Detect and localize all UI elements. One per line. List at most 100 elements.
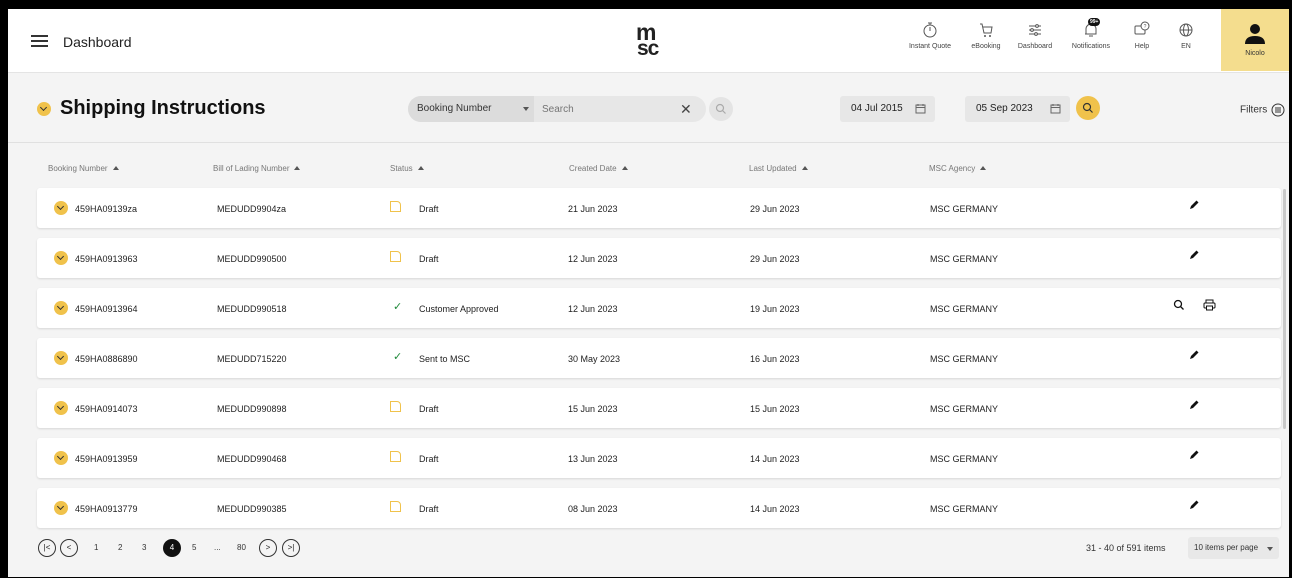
prev-page-button[interactable]: < [60,539,78,557]
date-from-value: 04 Jul 2015 [851,103,903,114]
table-row[interactable]: 459HA0914073 MEDUDD990898 Draft 15 Jun 2023… [37,388,1281,428]
msc-logo[interactable]: m sc [628,21,684,65]
page-1[interactable]: 1 [94,543,98,552]
date-to-field[interactable]: 05 Sep 2023 [965,96,1070,122]
bol-number: MEDUDD990468 [217,454,287,464]
nav-ebooking[interactable]: eBooking [965,21,1007,67]
status-text: Draft [419,404,439,414]
date-from-field[interactable]: 04 Jul 2015 [840,96,935,122]
chevron-down-icon[interactable] [54,301,68,315]
chevron-down-icon[interactable] [37,102,51,116]
sort-up-icon [112,166,119,170]
table-row[interactable]: 459HA0886890 MEDUDD715220 ✓ Sent to MSC 30 M… [37,338,1281,378]
caret-down-icon [523,107,529,111]
nav-dashboard[interactable]: Dashboard [1013,21,1057,67]
chevron-down-icon[interactable] [54,251,68,265]
sort-up-icon [980,166,987,170]
bol-number: MEDUDD990898 [217,404,287,414]
booking-number[interactable]: 459HA0913779 [75,504,138,514]
bol-number: MEDUDD715220 [217,354,287,364]
draft-status-icon [390,201,401,212]
updated-date: 29 Jun 2023 [750,254,800,264]
menu-icon[interactable] [31,35,48,47]
column-header-bol[interactable]: Bill of Lading Number [213,164,301,173]
bol-number: MEDUDD990518 [217,304,287,314]
msc-agency: MSC GERMANY [930,354,999,364]
booking-number[interactable]: 459HA0913959 [75,454,138,464]
page-current[interactable]: 4 [163,539,181,557]
nav-instant-quote[interactable]: Instant Quote [905,21,955,67]
view-button[interactable] [1173,299,1185,313]
created-date: 21 Jun 2023 [568,204,618,214]
per-page-select[interactable]: 10 items per page [1188,537,1279,559]
sort-up-icon [294,166,301,170]
edit-button[interactable] [1188,499,1200,513]
nav-label: Instant Quote [908,43,952,50]
page-ellipsis: ... [214,543,221,552]
edit-button[interactable] [1188,349,1200,363]
page-2[interactable]: 2 [118,543,122,552]
edit-button[interactable] [1188,399,1200,413]
calendar-icon [1050,104,1061,114]
booking-number[interactable]: 459HA0914073 [75,404,138,414]
booking-number[interactable]: 459HA09139za [75,204,137,214]
first-page-button[interactable]: |< [38,539,56,557]
table-row[interactable]: 459HA0913963 MEDUDD990500 Draft 12 Jun 2023… [37,238,1281,278]
status-text: Sent to MSC [419,354,471,364]
date-search-button[interactable] [1076,96,1100,120]
user-name: Nicolo [1245,50,1265,57]
booking-number[interactable]: 459HA0886890 [75,354,138,364]
table-row[interactable]: 459HA0913964 MEDUDD990518 ✓ Customer Approv… [37,288,1281,328]
user-icon [1245,24,1265,44]
draft-status-icon [390,251,401,262]
column-header-created[interactable]: Created Date [569,164,628,173]
edit-button[interactable] [1188,249,1200,263]
stopwatch-icon [923,22,937,38]
check-icon: ✓ [393,351,403,363]
booking-number[interactable]: 459HA0913963 [75,254,138,264]
created-date: 08 Jun 2023 [568,504,618,514]
column-header-agency[interactable]: MSC Agency [929,164,987,173]
search-type-select[interactable]: Booking Number [408,96,534,122]
table-row[interactable]: 459HA09139za MEDUDD9904za Draft 21 Jun 2023… [37,188,1281,228]
status-text: Customer Approved [419,304,499,314]
last-page-button[interactable]: >| [282,539,300,557]
filters-button[interactable]: Filters [1240,103,1285,117]
page-3[interactable]: 3 [142,543,146,552]
edit-icon [1190,200,1199,209]
chevron-down-icon[interactable] [54,451,68,465]
chevron-down-icon[interactable] [54,401,68,415]
print-icon [1203,299,1216,311]
updated-date: 14 Jun 2023 [750,504,800,514]
chevron-down-icon[interactable] [54,201,68,215]
updated-date: 14 Jun 2023 [750,454,800,464]
sort-up-icon [801,166,808,170]
column-header-booking[interactable]: Booking Number [48,164,119,173]
table-row[interactable]: 459HA0913779 MEDUDD990385 Draft 08 Jun 2023… [37,488,1281,528]
chevron-down-icon[interactable] [54,351,68,365]
column-label: Last Updated [749,164,797,173]
nav-help[interactable]: ? Help [1125,21,1159,67]
column-header-updated[interactable]: Last Updated [749,164,808,173]
edit-icon [1190,400,1199,409]
svg-text:?: ? [1144,24,1147,30]
edit-button[interactable] [1188,449,1200,463]
updated-date: 15 Jun 2023 [750,404,800,414]
chevron-down-icon[interactable] [54,501,68,515]
nav-language[interactable]: EN [1171,21,1201,67]
scrollbar[interactable] [1283,189,1286,429]
search-input[interactable] [542,100,672,118]
next-page-button[interactable]: > [259,539,277,557]
table-row[interactable]: 459HA0913959 MEDUDD990468 Draft 13 Jun 2023… [37,438,1281,478]
nav-notifications[interactable]: 99+ Notifications [1065,18,1117,67]
page-5[interactable]: 5 [192,543,196,552]
user-menu[interactable]: Nicolo [1221,9,1289,71]
page-80[interactable]: 80 [237,543,246,552]
search-button[interactable] [709,97,733,121]
print-button[interactable] [1203,299,1216,313]
column-header-status[interactable]: Status [390,164,424,173]
edit-button[interactable] [1188,199,1200,213]
sort-up-icon [621,166,628,170]
clear-search-icon[interactable]: ✕ [680,102,692,116]
booking-number[interactable]: 459HA0913964 [75,304,138,314]
